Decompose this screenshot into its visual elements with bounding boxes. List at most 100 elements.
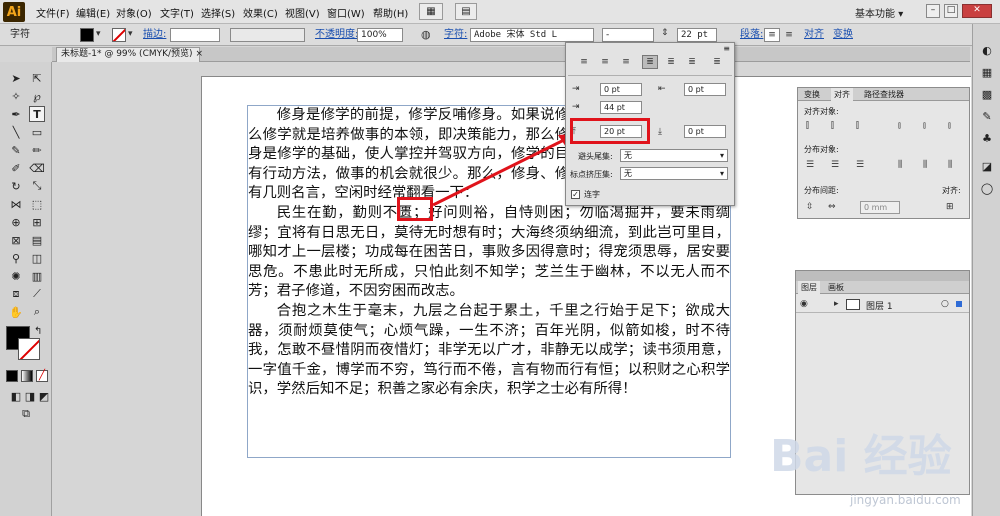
artboard-tool-icon[interactable]: ⧈	[8, 286, 24, 302]
rectangle-tool-icon[interactable]: ▭	[29, 124, 45, 140]
align-h-center-icon[interactable]: ⫿	[831, 121, 834, 131]
document-tab[interactable]: 未标题-1* @ 99% (CMYK/预览) ×	[56, 47, 203, 62]
maximize-icon[interactable]: □	[944, 4, 958, 18]
line-tool-icon[interactable]: ╲	[8, 124, 24, 140]
eraser-icon[interactable]: ⌫	[29, 160, 45, 176]
paintbrush-icon[interactable]: ✎	[8, 142, 24, 158]
rotate-tool-icon[interactable]: ↻	[8, 178, 24, 194]
transform-link[interactable]: 变换	[833, 28, 853, 42]
align-bottom-edge-icon[interactable]: ⫾	[948, 121, 951, 131]
space-after-field[interactable]: 0 pt	[684, 125, 726, 138]
tab-transform[interactable]: 变换	[804, 89, 820, 100]
menu-edit[interactable]: 编辑(E)	[76, 5, 110, 20]
tab-layers[interactable]: 图层	[798, 281, 820, 294]
align-right-icon[interactable]: ≡	[618, 55, 634, 69]
layer-name[interactable]: 图层 1	[866, 299, 893, 312]
align-right-edge-icon[interactable]: ⫿	[856, 121, 859, 131]
expand-triangle-icon[interactable]: ▸	[834, 299, 839, 309]
stroke-weight-field[interactable]	[170, 28, 220, 42]
menu-object[interactable]: 对象(O)	[116, 5, 152, 20]
align-center-icon[interactable]: ≡	[597, 55, 613, 69]
color-mode-icon[interactable]	[6, 370, 18, 382]
draw-inside-icon[interactable]: ◩	[36, 388, 52, 404]
width-tool-icon[interactable]: ⋈	[8, 196, 24, 212]
scale-tool-icon[interactable]: ⤡	[29, 178, 45, 194]
justify-right-icon[interactable]: ≣	[684, 55, 700, 69]
hand-tool-icon[interactable]: ✋	[8, 304, 24, 320]
symbols-icon[interactable]: ♣	[979, 130, 995, 146]
menu-type[interactable]: 文字(T)	[160, 5, 194, 20]
character-link[interactable]: 字符:	[444, 28, 467, 42]
align-link[interactable]: 对齐	[804, 28, 824, 42]
kinsoku-select[interactable]: 无 ▾	[620, 149, 728, 162]
menu-file[interactable]: 文件(F)	[36, 5, 70, 20]
graph-tool-icon[interactable]: ▥	[29, 268, 45, 284]
swap-colors-icon[interactable]: ↰	[34, 326, 42, 337]
gradient-tool-icon[interactable]: ▤	[29, 232, 45, 248]
font-size-field[interactable]: 22 pt	[677, 28, 717, 42]
dist-bottom-icon[interactable]: ☰	[856, 160, 864, 170]
color-guide-icon[interactable]: ▦	[979, 64, 995, 80]
gradient-mode-icon[interactable]	[21, 370, 33, 382]
font-size-stepper[interactable]: ⇕	[661, 28, 669, 38]
symbol-sprayer-icon[interactable]: ✺	[8, 268, 24, 284]
paragraph-link[interactable]: 段落:	[740, 28, 763, 42]
recolor-icon[interactable]: ◍	[421, 28, 431, 41]
layer-row[interactable]: ◉ ▸ 图层 1 ○	[796, 297, 969, 313]
opacity-field[interactable]: 100%	[357, 28, 403, 42]
hyphenate-checkbox[interactable]: ✓	[571, 190, 580, 199]
left-indent-field[interactable]: 0 pt	[600, 83, 642, 96]
graphic-styles-icon[interactable]: ◪	[979, 158, 995, 174]
blob-brush-icon[interactable]: ✐	[8, 160, 24, 176]
eye-icon[interactable]: ◉	[800, 299, 808, 309]
color-panel-icon[interactable]: ◐	[979, 42, 995, 58]
workspace-switcher[interactable]: 基本功能 ▾	[855, 5, 903, 20]
stroke-color-swatch[interactable]	[18, 338, 40, 360]
mesh-tool-icon[interactable]: ⊠	[8, 232, 24, 248]
spacing-field[interactable]: 0 mm	[860, 201, 900, 214]
none-mode-icon[interactable]: ╱	[36, 370, 48, 382]
justify-left-icon[interactable]: ≣	[642, 55, 658, 69]
screen-mode-icon[interactable]: ⧉	[18, 406, 34, 422]
perspective-grid-icon[interactable]: ⊞	[29, 214, 45, 230]
menu-effect[interactable]: 效果(C)	[243, 5, 278, 20]
blend-tool-icon[interactable]: ◫	[29, 250, 45, 266]
menu-help[interactable]: 帮助(H)	[373, 5, 408, 20]
align-left-button[interactable]: ≡	[764, 28, 780, 42]
shape-builder-icon[interactable]: ⊕	[8, 214, 24, 230]
variable-width-field[interactable]	[230, 28, 305, 42]
mojikumi-select[interactable]: 无 ▾	[620, 167, 728, 180]
align-center-button[interactable]: ≡	[781, 28, 797, 42]
opacity-link[interactable]: 不透明度:	[315, 28, 358, 42]
free-transform-icon[interactable]: ⬚	[29, 196, 45, 212]
stroke-link[interactable]: 描边:	[143, 28, 166, 42]
menu-window[interactable]: 窗口(W)	[327, 5, 365, 20]
slice-tool-icon[interactable]: ⟋	[29, 286, 45, 302]
stroke-swatch[interactable]	[112, 28, 126, 42]
tab-artboards[interactable]: 画板	[828, 282, 844, 293]
dist-v-center-icon[interactable]: ☰	[831, 160, 839, 170]
fill-swatch[interactable]	[80, 28, 94, 42]
align-top-edge-icon[interactable]: ⫾	[898, 121, 901, 131]
right-indent-field[interactable]: 0 pt	[684, 83, 726, 96]
fill-dropdown-icon[interactable]: ▾	[96, 29, 101, 39]
menu-select[interactable]: 选择(S)	[201, 5, 235, 20]
brushes-icon[interactable]: ✎	[979, 108, 995, 124]
target-icon[interactable]: ○	[941, 299, 949, 309]
arrange-docs-button[interactable]: ▤	[455, 3, 477, 20]
dist-h-space-icon[interactable]: ⇔	[828, 202, 836, 212]
close-tab-icon[interactable]: ×	[195, 49, 203, 59]
selection-tool-icon[interactable]: ➤	[8, 70, 24, 86]
direct-selection-tool-icon[interactable]: ⇱	[29, 70, 45, 86]
menu-view[interactable]: 视图(V)	[285, 5, 320, 20]
dist-h-center-icon[interactable]: ⫼	[923, 160, 927, 170]
type-tool-icon[interactable]: T	[29, 106, 45, 122]
magic-wand-icon[interactable]: ✧	[8, 88, 24, 104]
lasso-icon[interactable]: ℘	[29, 88, 45, 104]
bridge-button[interactable]: ▦	[419, 3, 443, 20]
stroke-dropdown-icon[interactable]: ▾	[128, 29, 133, 39]
dist-top-icon[interactable]: ☰	[806, 160, 814, 170]
pencil-icon[interactable]: ✏	[29, 142, 45, 158]
justify-center-icon[interactable]: ≣	[663, 55, 679, 69]
close-window-icon[interactable]: ✕	[962, 4, 992, 18]
